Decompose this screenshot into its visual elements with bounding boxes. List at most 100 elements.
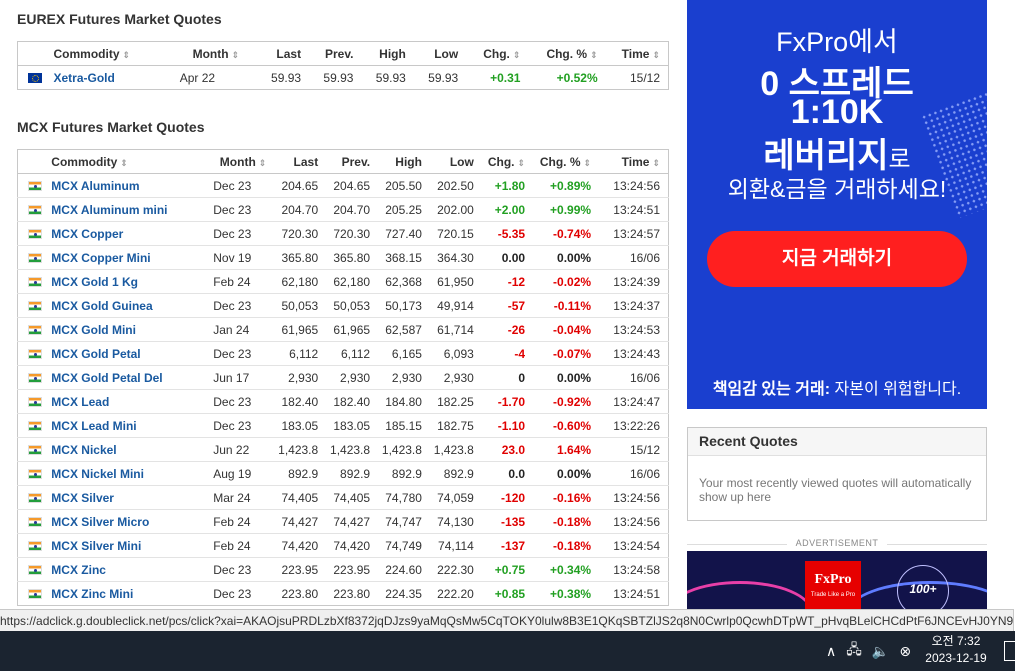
commodity-link[interactable]: MCX Aluminum mini xyxy=(51,203,167,217)
commodity-link[interactable]: MCX Lead Mini xyxy=(51,419,136,433)
table-row: MCX Lead Dec 23 182.40 182.40 184.80 182.25 -1… xyxy=(17,389,669,414)
ad-line-3: 1:10K xyxy=(790,93,884,131)
last-value: 223.95 xyxy=(281,562,319,577)
commodity-link[interactable]: MCX Gold Mini xyxy=(51,323,136,337)
commodity-link[interactable]: MCX Gold 1 Kg xyxy=(51,275,138,289)
column-header-last[interactable]: Last xyxy=(247,41,310,66)
column-header-time[interactable]: Time ⇕ xyxy=(605,41,669,66)
browser-status-url: https://adclick.g.doubleclick.net/pcs/cl… xyxy=(0,609,1014,633)
change-percent: 0.00% xyxy=(557,250,592,265)
clock-date: 2023-12-19 xyxy=(925,651,987,665)
month-value: Aug 19 xyxy=(213,466,252,481)
high-value: 185.15 xyxy=(385,418,422,433)
last-value: 1,423.8 xyxy=(278,442,319,457)
ad-risk-text: 자본이 위험합니다. xyxy=(830,381,962,398)
commodity-link[interactable]: MCX Aluminum xyxy=(51,179,139,193)
time-value: 13:24:56 xyxy=(613,514,660,529)
commodity-link[interactable]: MCX Silver xyxy=(51,491,114,505)
time-value: 13:24:56 xyxy=(613,490,660,505)
column-header-chg[interactable]: Chg. ⇕ xyxy=(481,149,534,174)
commodity-link[interactable]: Xetra-Gold xyxy=(54,71,115,85)
commodity-link[interactable]: MCX Gold Petal Del xyxy=(51,371,162,385)
column-header-high[interactable]: High xyxy=(361,41,414,66)
month-value: Mar 24 xyxy=(213,490,251,505)
column-header-low[interactable]: Low xyxy=(413,41,467,66)
column-header-time[interactable]: Time ⇕ xyxy=(599,149,669,174)
commodity-link[interactable]: MCX Copper Mini xyxy=(51,251,150,265)
high-value: 224.35 xyxy=(385,586,422,601)
eu-flag-icon xyxy=(28,73,42,84)
month-value: Dec 23 xyxy=(213,202,252,217)
column-header-prev[interactable]: Prev. xyxy=(309,41,362,66)
change-value: -1.10 xyxy=(497,418,526,433)
column-header-chg[interactable]: Chg. ⇕ xyxy=(466,41,529,66)
ad-line-5: 외환&금을 거래하세요! xyxy=(727,176,947,202)
column-header-chg[interactable]: Chg. % ⇕ xyxy=(528,41,606,66)
table-row: MCX Gold Guinea Dec 23 50,053 50,053 50,173 4… xyxy=(17,293,669,318)
table-row: MCX Nickel Mini Aug 19 892.9 892.9 892.9 892.… xyxy=(17,461,669,486)
fxpro-banner-ad[interactable]: FxPro에서 0 스프레드 1:10K 레버리지로 외환&금을 거래하세요! … xyxy=(687,0,987,409)
sort-icon: ⇕ xyxy=(590,49,598,60)
close-circle-icon[interactable]: ⊗ xyxy=(899,643,911,660)
column-header-high[interactable]: High xyxy=(378,149,430,174)
change-percent: -0.92% xyxy=(553,394,592,409)
month-value: Apr 22 xyxy=(179,70,216,85)
show-desktop-button[interactable] xyxy=(1004,641,1015,661)
high-value: 892.9 xyxy=(391,466,422,481)
change-value: -120 xyxy=(501,490,526,505)
column-header-commodity[interactable]: Commodity ⇕ xyxy=(51,149,214,174)
last-value: 183.05 xyxy=(281,418,319,433)
chevron-up-icon[interactable]: ∧ xyxy=(826,643,836,660)
commodity-link[interactable]: MCX Silver Micro xyxy=(51,515,149,529)
ad-trade-now-button[interactable]: 지금 거래하기 xyxy=(707,231,967,287)
commodity-link[interactable]: MCX Gold Guinea xyxy=(51,299,152,313)
india-flag-icon xyxy=(28,445,42,456)
table-row: MCX Gold Mini Jan 24 61,965 61,965 62,587 61,… xyxy=(17,317,669,342)
column-header-month[interactable]: Month ⇕ xyxy=(213,149,275,174)
time-value: 13:22:26 xyxy=(613,418,660,433)
last-value: 204.70 xyxy=(281,202,319,217)
prev-value: 720.30 xyxy=(333,226,371,241)
change-percent: -0.11% xyxy=(553,298,592,313)
column-header-month[interactable]: Month ⇕ xyxy=(179,41,248,66)
last-value: 59.93 xyxy=(271,70,302,85)
commodity-link[interactable]: MCX Nickel xyxy=(51,443,116,457)
commodity-link[interactable]: MCX Lead xyxy=(51,395,109,409)
column-header-last[interactable]: Last xyxy=(274,149,327,174)
commodity-link[interactable]: MCX Zinc Mini xyxy=(51,587,133,601)
taskbar-clock[interactable]: 오전 7:32 2023-12-19 xyxy=(916,633,996,667)
commodity-link[interactable]: MCX Zinc xyxy=(51,563,106,577)
column-header-low[interactable]: Low xyxy=(429,149,482,174)
change-value: 23.0 xyxy=(501,442,526,457)
change-percent: +0.52% xyxy=(556,70,598,85)
india-flag-icon xyxy=(28,253,42,264)
commodity-link[interactable]: MCX Gold Petal xyxy=(51,347,140,361)
column-header-commodity[interactable]: Commodity ⇕ xyxy=(53,41,180,66)
change-percent: -0.74% xyxy=(553,226,592,241)
last-value: 365.80 xyxy=(281,250,319,265)
low-value: 182.25 xyxy=(437,394,474,409)
commodity-link[interactable]: MCX Nickel Mini xyxy=(51,467,144,481)
prev-value: 50,053 xyxy=(333,298,371,313)
india-flag-icon xyxy=(28,397,42,408)
fxpro-bottom-ad[interactable]: FxPro Trade Like a Pro 100+ xyxy=(687,551,987,611)
network-icon[interactable]: 🖧 xyxy=(846,639,862,663)
month-value: Feb 24 xyxy=(213,274,251,289)
change-value: +0.75 xyxy=(494,562,526,577)
column-header-prev[interactable]: Prev. xyxy=(326,149,379,174)
volume-icon[interactable]: 🔈 xyxy=(872,643,889,660)
high-value: 205.50 xyxy=(385,178,422,193)
month-value: Jun 17 xyxy=(213,370,250,385)
high-value: 59.93 xyxy=(375,70,406,85)
change-percent: 0.00% xyxy=(557,466,592,481)
commodity-link[interactable]: MCX Copper xyxy=(51,227,123,241)
commodity-link[interactable]: MCX Silver Mini xyxy=(51,539,141,553)
low-value: 74,130 xyxy=(437,514,474,529)
table-row: MCX Copper Mini Nov 19 365.80 365.80 368.15 3… xyxy=(17,245,669,270)
column-header-chg[interactable]: Chg. % ⇕ xyxy=(533,149,600,174)
prev-value: 204.70 xyxy=(333,202,371,217)
prev-value: 183.05 xyxy=(333,418,371,433)
high-value: 50,173 xyxy=(385,298,422,313)
low-value: 222.30 xyxy=(437,562,474,577)
clock-time: 오전 7:32 xyxy=(931,634,981,648)
